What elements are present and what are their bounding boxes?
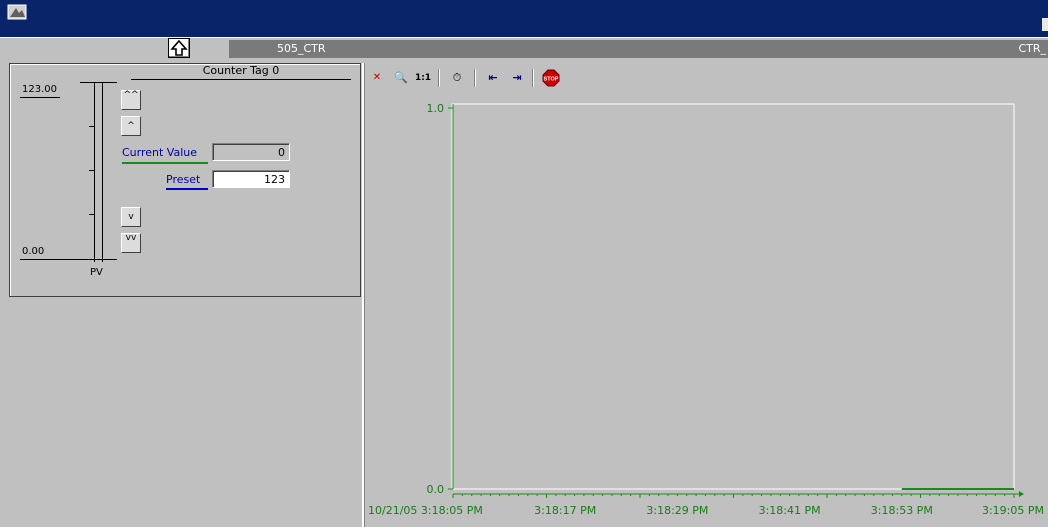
scale-max-label: 123.00	[22, 84, 57, 95]
title-bar	[0, 0, 1048, 37]
scroll-left-icon[interactable]: ⇤	[484, 69, 502, 87]
scale-min-line	[20, 259, 117, 260]
x-axis-label: 3:18:53 PM	[871, 504, 933, 517]
fast-increment-button[interactable]: ^^	[121, 90, 141, 110]
counter-title: Counter Tag 0	[202, 64, 280, 77]
scroll-right-icon[interactable]: ⇥	[508, 69, 526, 87]
fast-decrement-button[interactable]: vv	[121, 233, 141, 253]
scale-max-line	[20, 97, 60, 98]
x-axis-label: 3:18:29 PM	[646, 504, 708, 517]
toolbar-separator	[474, 69, 476, 87]
x-labels: 10/21/05 3:18:05 PM 3:18:17 PM 3:18:29 PM 3…	[368, 504, 1044, 517]
window-control-stub[interactable]	[1042, 18, 1048, 31]
up-arrow-button[interactable]	[168, 38, 190, 58]
trend-toolbar: ✕ 🔍 1:1 ⏱ ⇤ ⇥ STOP	[364, 66, 1048, 90]
x-axis-arrow	[1019, 491, 1024, 497]
tag-name-label: 505_CTR	[277, 42, 326, 55]
preset-underline	[166, 188, 208, 190]
tag-name-bar: 505_CTR CTR_	[229, 40, 1048, 58]
scale-tick	[89, 214, 94, 215]
scale-tick	[89, 126, 94, 127]
plot-area	[451, 103, 1015, 490]
stop-sign-icon: STOP	[542, 69, 560, 87]
stop-label: STOP	[544, 77, 559, 83]
pv-bar-top	[80, 82, 117, 83]
x-axis-label: 3:18:17 PM	[534, 504, 596, 517]
app-icon	[7, 4, 27, 20]
x-axis-label: 3:19:05 PM	[982, 504, 1044, 517]
increment-button[interactable]: ^	[121, 116, 141, 136]
x-axis-label: 10/21/05 3:18:05 PM	[368, 504, 483, 517]
preset-label[interactable]: Preset	[166, 173, 200, 186]
y-label-bottom: 0.0	[427, 483, 445, 496]
decrement-button[interactable]: v	[121, 207, 141, 227]
y-label-top: 1.0	[427, 102, 445, 115]
current-value-underline	[122, 162, 208, 164]
trend-plot[interactable]: 1.0 0.0 10/21/05 3:18:05 PM 3:18:17 PM 3:1…	[364, 96, 1048, 524]
toolbar-separator	[532, 69, 534, 87]
pv-bar-left	[94, 82, 95, 262]
toolbar-separator	[438, 69, 440, 87]
current-value-label[interactable]: Current Value	[122, 146, 197, 159]
x-axis-label: 3:18:41 PM	[759, 504, 821, 517]
trend-properties-icon[interactable]: ✕	[368, 69, 386, 87]
x-ticks	[452, 494, 1015, 498]
counter-title-underline	[131, 79, 351, 80]
one-to-one-button[interactable]: 1:1	[412, 69, 434, 87]
pv-bar-right	[102, 82, 103, 262]
preset-input[interactable]: 123	[212, 170, 290, 188]
tag-short-label: CTR_	[1018, 42, 1046, 55]
scale-tick	[89, 170, 94, 171]
current-value-field: 0	[212, 143, 290, 161]
pv-label: PV	[90, 267, 103, 278]
scale-min-label: 0.00	[22, 246, 45, 257]
stop-icon[interactable]: STOP	[542, 69, 560, 87]
zoom-icon[interactable]: 🔍	[392, 69, 410, 87]
up-arrow-icon	[170, 39, 188, 56]
clock-icon[interactable]: ⏱	[448, 69, 466, 87]
